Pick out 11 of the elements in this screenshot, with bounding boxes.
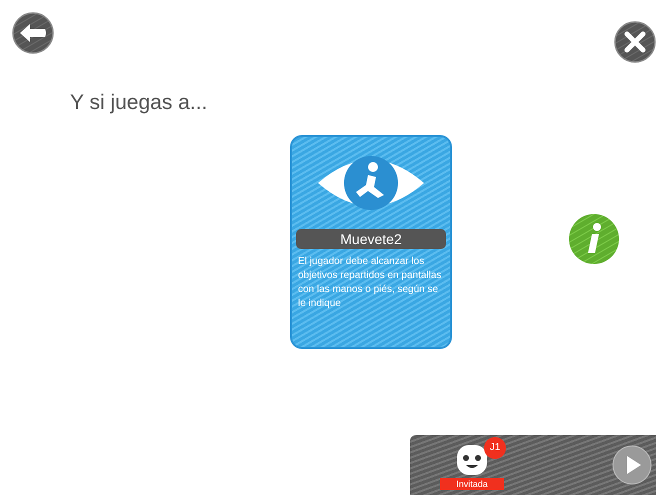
back-button[interactable] (12, 12, 54, 54)
close-button[interactable] (614, 21, 656, 63)
game-description: El jugador debe alcanzar los objetivos repartidos en pantallas con las manos o piés, según se le indique (297, 255, 442, 311)
info-button[interactable] (568, 213, 620, 265)
play-button[interactable] (612, 445, 652, 485)
game-card[interactable]: Muevete2 El jugador debe alcanzar los objetivos repartidos en pantallas con las manos o piés, según se le indique (290, 135, 452, 349)
player-badge: J1 (484, 437, 506, 459)
game-title: Muevete2 (296, 229, 446, 249)
robot-avatar-icon (455, 443, 489, 477)
player-status: Invitada (440, 478, 504, 490)
heading: Y si juegas a... (70, 91, 208, 115)
